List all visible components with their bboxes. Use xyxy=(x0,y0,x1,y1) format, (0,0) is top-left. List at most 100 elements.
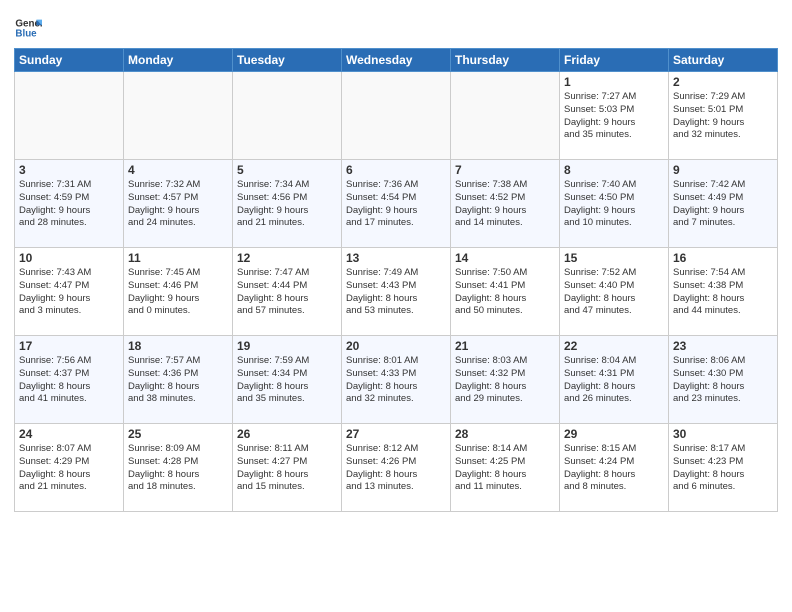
day-number: 20 xyxy=(346,339,446,353)
day-info: Sunrise: 7:52 AM Sunset: 4:40 PM Dayligh… xyxy=(564,267,664,318)
day-cell: 27 Sunrise: 8:12 AM Sunset: 4:26 PM Dayli… xyxy=(342,424,451,512)
day-info: Sunrise: 8:07 AM Sunset: 4:29 PM Dayligh… xyxy=(19,443,119,494)
day-info: Sunrise: 7:47 AM Sunset: 4:44 PM Dayligh… xyxy=(237,267,337,318)
day-info: Sunrise: 8:01 AM Sunset: 4:33 PM Dayligh… xyxy=(346,355,446,406)
weekday-header-saturday: Saturday xyxy=(669,49,778,72)
day-cell: 2 Sunrise: 7:29 AM Sunset: 5:01 PM Daylig… xyxy=(669,72,778,160)
day-cell: 29Sunrise: 8:15 AM Sunset: 4:24 PM Dayli… xyxy=(560,424,669,512)
day-info: Sunrise: 8:09 AM Sunset: 4:28 PM Dayligh… xyxy=(128,443,228,494)
day-cell: 10 Sunrise: 7:43 AM Sunset: 4:47 PM Dayli… xyxy=(15,248,124,336)
day-number: 5 xyxy=(237,163,337,177)
day-cell: 4 Sunrise: 7:32 AM Sunset: 4:57 PM Daylig… xyxy=(124,160,233,248)
day-number: 28 xyxy=(455,427,555,441)
day-cell: 30 Sunrise: 8:17 AM Sunset: 4:23 PM Dayli… xyxy=(669,424,778,512)
weekday-header-monday: Monday xyxy=(124,49,233,72)
day-info: Sunrise: 7:43 AM Sunset: 4:47 PM Dayligh… xyxy=(19,267,119,318)
day-cell: 3 Sunrise: 7:31 AM Sunset: 4:59 PM Daylig… xyxy=(15,160,124,248)
weekday-header-row: SundayMondayTuesdayWednesdayThursdayFrid… xyxy=(15,49,778,72)
day-number: 29 xyxy=(564,427,664,441)
page-container: General Blue SundayMondayTuesdayWednesda… xyxy=(0,0,792,518)
day-cell: 1 Sunrise: 7:27 AM Sunset: 5:03 PM Daylig… xyxy=(560,72,669,160)
week-row-4: 17 Sunrise: 7:56 AM Sunset: 4:37 PM Dayli… xyxy=(15,336,778,424)
day-number: 17 xyxy=(19,339,119,353)
day-cell: 14 Sunrise: 7:50 AM Sunset: 4:41 PM Dayli… xyxy=(451,248,560,336)
day-cell: 6Sunrise: 7:36 AM Sunset: 4:54 PM Daylig… xyxy=(342,160,451,248)
day-cell xyxy=(124,72,233,160)
day-info: Sunrise: 7:38 AM Sunset: 4:52 PM Dayligh… xyxy=(455,179,555,230)
day-number: 3 xyxy=(19,163,119,177)
weekday-header-tuesday: Tuesday xyxy=(233,49,342,72)
day-info: Sunrise: 7:45 AM Sunset: 4:46 PM Dayligh… xyxy=(128,267,228,318)
day-info: Sunrise: 7:29 AM Sunset: 5:01 PM Dayligh… xyxy=(673,91,773,142)
day-cell: 20 Sunrise: 8:01 AM Sunset: 4:33 PM Dayli… xyxy=(342,336,451,424)
day-number: 15 xyxy=(564,251,664,265)
day-number: 11 xyxy=(128,251,228,265)
day-cell: 11 Sunrise: 7:45 AM Sunset: 4:46 PM Dayli… xyxy=(124,248,233,336)
day-info: Sunrise: 7:50 AM Sunset: 4:41 PM Dayligh… xyxy=(455,267,555,318)
header: General Blue xyxy=(14,10,778,42)
day-number: 18 xyxy=(128,339,228,353)
day-info: Sunrise: 7:56 AM Sunset: 4:37 PM Dayligh… xyxy=(19,355,119,406)
day-number: 13 xyxy=(346,251,446,265)
day-number: 22 xyxy=(564,339,664,353)
day-number: 12 xyxy=(237,251,337,265)
day-number: 7 xyxy=(455,163,555,177)
day-number: 24 xyxy=(19,427,119,441)
day-info: Sunrise: 7:54 AM Sunset: 4:38 PM Dayligh… xyxy=(673,267,773,318)
day-number: 1 xyxy=(564,75,664,89)
day-cell: 21Sunrise: 8:03 AM Sunset: 4:32 PM Dayli… xyxy=(451,336,560,424)
day-info: Sunrise: 8:17 AM Sunset: 4:23 PM Dayligh… xyxy=(673,443,773,494)
day-info: Sunrise: 8:14 AM Sunset: 4:25 PM Dayligh… xyxy=(455,443,555,494)
day-cell: 19Sunrise: 7:59 AM Sunset: 4:34 PM Dayli… xyxy=(233,336,342,424)
day-cell: 15 Sunrise: 7:52 AM Sunset: 4:40 PM Dayli… xyxy=(560,248,669,336)
day-number: 25 xyxy=(128,427,228,441)
day-cell: 5Sunrise: 7:34 AM Sunset: 4:56 PM Daylig… xyxy=(233,160,342,248)
day-info: Sunrise: 7:36 AM Sunset: 4:54 PM Dayligh… xyxy=(346,179,446,230)
day-info: Sunrise: 7:31 AM Sunset: 4:59 PM Dayligh… xyxy=(19,179,119,230)
day-cell: 8 Sunrise: 7:40 AM Sunset: 4:50 PM Daylig… xyxy=(560,160,669,248)
day-cell: 18 Sunrise: 7:57 AM Sunset: 4:36 PM Dayli… xyxy=(124,336,233,424)
day-cell: 17 Sunrise: 7:56 AM Sunset: 4:37 PM Dayli… xyxy=(15,336,124,424)
day-info: Sunrise: 7:27 AM Sunset: 5:03 PM Dayligh… xyxy=(564,91,664,142)
day-number: 27 xyxy=(346,427,446,441)
day-info: Sunrise: 8:11 AM Sunset: 4:27 PM Dayligh… xyxy=(237,443,337,494)
logo: General Blue xyxy=(14,14,46,42)
day-number: 8 xyxy=(564,163,664,177)
day-number: 4 xyxy=(128,163,228,177)
day-info: Sunrise: 8:06 AM Sunset: 4:30 PM Dayligh… xyxy=(673,355,773,406)
day-number: 23 xyxy=(673,339,773,353)
day-cell: 28 Sunrise: 8:14 AM Sunset: 4:25 PM Dayli… xyxy=(451,424,560,512)
day-cell xyxy=(342,72,451,160)
day-cell: 26 Sunrise: 8:11 AM Sunset: 4:27 PM Dayli… xyxy=(233,424,342,512)
day-info: Sunrise: 8:12 AM Sunset: 4:26 PM Dayligh… xyxy=(346,443,446,494)
day-number: 21 xyxy=(455,339,555,353)
day-cell: 16 Sunrise: 7:54 AM Sunset: 4:38 PM Dayli… xyxy=(669,248,778,336)
weekday-header-thursday: Thursday xyxy=(451,49,560,72)
week-row-1: 1 Sunrise: 7:27 AM Sunset: 5:03 PM Daylig… xyxy=(15,72,778,160)
day-number: 2 xyxy=(673,75,773,89)
day-cell: 24 Sunrise: 8:07 AM Sunset: 4:29 PM Dayli… xyxy=(15,424,124,512)
day-number: 30 xyxy=(673,427,773,441)
day-info: Sunrise: 7:32 AM Sunset: 4:57 PM Dayligh… xyxy=(128,179,228,230)
day-number: 9 xyxy=(673,163,773,177)
calendar-table: SundayMondayTuesdayWednesdayThursdayFrid… xyxy=(14,48,778,512)
weekday-header-friday: Friday xyxy=(560,49,669,72)
day-number: 26 xyxy=(237,427,337,441)
day-cell: 22Sunrise: 8:04 AM Sunset: 4:31 PM Dayli… xyxy=(560,336,669,424)
weekday-header-wednesday: Wednesday xyxy=(342,49,451,72)
day-cell: 9 Sunrise: 7:42 AM Sunset: 4:49 PM Daylig… xyxy=(669,160,778,248)
day-info: Sunrise: 7:57 AM Sunset: 4:36 PM Dayligh… xyxy=(128,355,228,406)
day-number: 19 xyxy=(237,339,337,353)
day-info: Sunrise: 7:40 AM Sunset: 4:50 PM Dayligh… xyxy=(564,179,664,230)
day-number: 16 xyxy=(673,251,773,265)
day-number: 14 xyxy=(455,251,555,265)
week-row-3: 10 Sunrise: 7:43 AM Sunset: 4:47 PM Dayli… xyxy=(15,248,778,336)
day-info: Sunrise: 7:42 AM Sunset: 4:49 PM Dayligh… xyxy=(673,179,773,230)
day-info: Sunrise: 7:49 AM Sunset: 4:43 PM Dayligh… xyxy=(346,267,446,318)
day-cell xyxy=(15,72,124,160)
week-row-5: 24 Sunrise: 8:07 AM Sunset: 4:29 PM Dayli… xyxy=(15,424,778,512)
day-number: 10 xyxy=(19,251,119,265)
day-cell xyxy=(451,72,560,160)
logo-icon: General Blue xyxy=(14,14,42,42)
svg-text:Blue: Blue xyxy=(15,28,37,39)
